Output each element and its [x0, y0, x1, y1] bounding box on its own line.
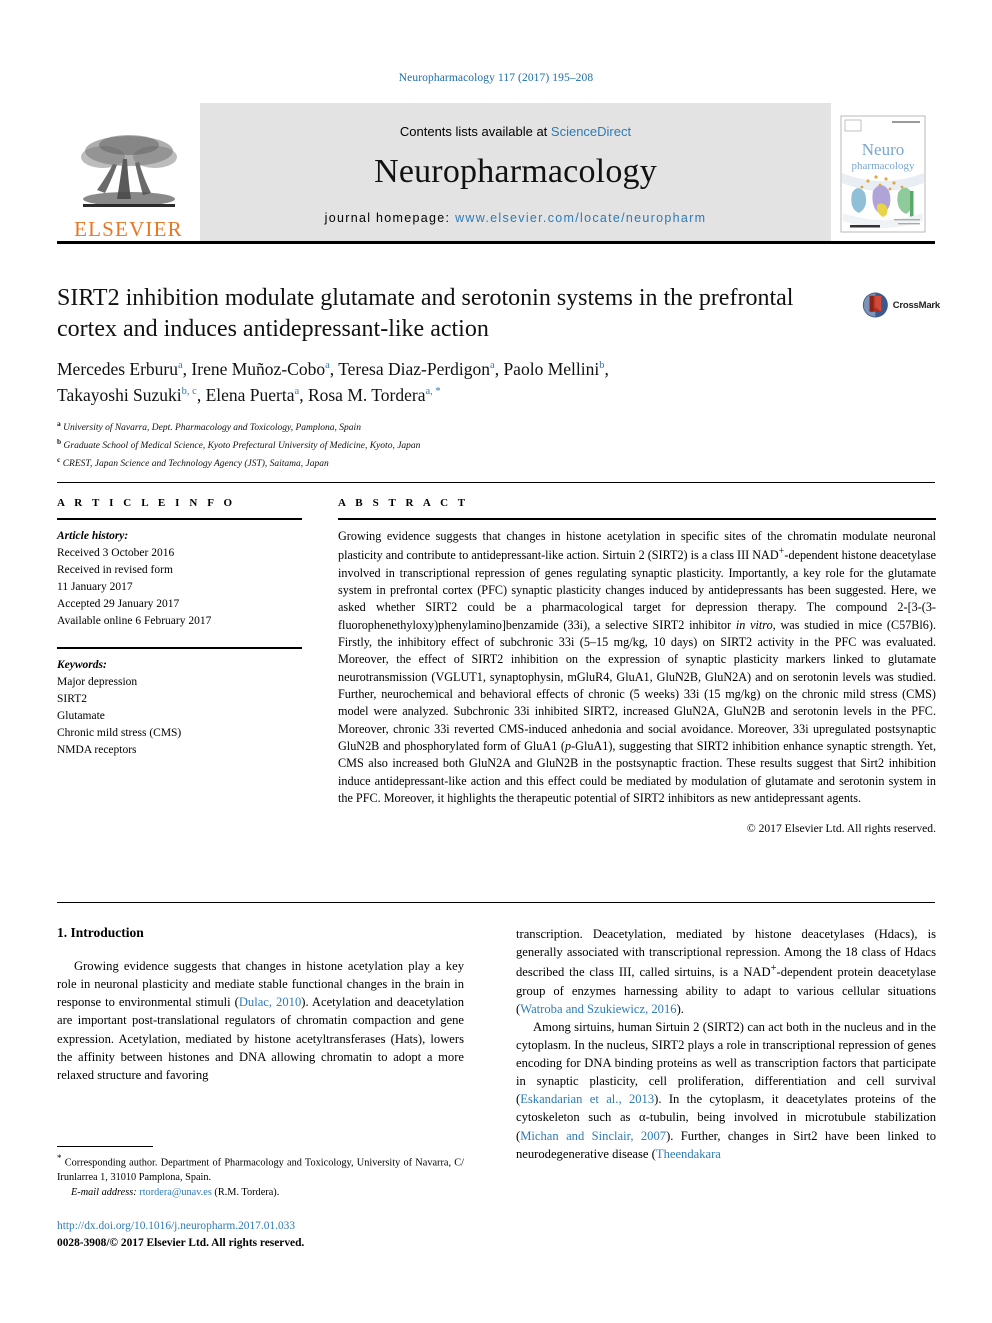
author-name: Mercedes Erburu [57, 359, 178, 380]
author-affil-mark: a [490, 360, 495, 372]
citation-link[interactable]: Theendakara [656, 1147, 721, 1161]
article-info-column: A R T I C L E I N F O Article history: R… [57, 497, 302, 759]
email-link[interactable]: rtordera@unav.es [139, 1187, 212, 1198]
abstract-column: A B S T R A C T Growing evidence suggest… [338, 497, 936, 835]
keywords-rule [57, 647, 302, 650]
affiliation-list: a University of Navarra, Dept. Pharmacol… [57, 418, 857, 472]
email-owner: (R.M. Tordera). [214, 1187, 280, 1199]
author-name: Takayoshi Suzuki [57, 384, 182, 405]
journal-title: Neuropharmacology [374, 153, 657, 190]
email-label: E-mail address: [71, 1187, 137, 1199]
sciencedirect-link[interactable]: ScienceDirect [551, 124, 631, 139]
elsevier-logo: ELSEVIER [57, 103, 200, 244]
affiliation-item: b Graduate School of Medical Science, Ky… [57, 436, 857, 454]
in-vitro-italic: in vitro [735, 617, 773, 632]
affiliation-text: CREST, Japan Science and Technology Agen… [62, 459, 329, 470]
crossmark-badge[interactable]: CrossMark [862, 288, 940, 322]
intro-paragraph-1: Growing evidence suggests that changes i… [57, 957, 464, 1084]
keyword-item: Chronic mild stress (CMS) [57, 727, 182, 740]
cover-image: Neuro pharmacology [840, 115, 926, 232]
abstract-copyright: © 2017 Elsevier Ltd. All rights reserved… [746, 822, 936, 836]
keyword-item: NMDA receptors [57, 744, 137, 757]
abstract-part-3: , was studied in mice (C57Bl6). Firstly,… [338, 617, 936, 753]
intro-paragraph-2: transcription. Deacetylation, mediated b… [516, 925, 936, 1018]
journal-article-page: Neuropharmacology 117 (2017) 195–208 ELS… [0, 0, 992, 1323]
author-name: Teresa Diaz-Perdigon [338, 359, 491, 380]
affiliation-mark: c [57, 454, 61, 464]
body-top-rule [57, 902, 935, 903]
history-line: Received 3 October 2016 [57, 547, 175, 560]
article-history-group: Article history: Received 3 October 2016… [57, 528, 302, 630]
author-affil-mark: a [178, 360, 183, 372]
crossmark-icon [862, 292, 888, 318]
crossmark-label: CrossMark [892, 299, 941, 311]
issn-copyright-line: 0028-3908/© 2017 Elsevier Ltd. All right… [57, 1237, 305, 1250]
history-line: Received in revised form [57, 564, 173, 577]
doi-block: http://dx.doi.org/10.1016/j.neuropharm.2… [57, 1218, 507, 1252]
svg-text:Neuro: Neuro [862, 140, 904, 159]
corresponding-author-text: Corresponding author. Department of Phar… [57, 1157, 464, 1184]
keywords-group: Keywords: Major depression SIRT2 Glutama… [57, 657, 302, 759]
citation-link[interactable]: Dulac, 2010 [239, 995, 301, 1009]
svg-text:pharmacology: pharmacology [852, 160, 915, 172]
contents-available-line: Contents lists available at ScienceDirec… [400, 124, 631, 139]
affiliation-text: University of Navarra, Dept. Pharmacolog… [63, 423, 361, 434]
info-section-top-rule [57, 482, 935, 483]
running-head: Neuropharmacology 117 (2017) 195–208 [398, 72, 594, 84]
masthead-center: Contents lists available at ScienceDirec… [200, 103, 831, 244]
author-affil-mark: a, * [425, 385, 441, 397]
author-name: Paolo Mellini [503, 359, 600, 380]
keyword-item: Glutamate [57, 710, 105, 723]
keywords-label: Keywords: [57, 659, 107, 672]
article-info-heading: A R T I C L E I N F O [57, 497, 236, 509]
author-name: Elena Puerta [205, 384, 295, 405]
keyword-item: Major depression [57, 676, 138, 689]
abstract-rule [338, 518, 936, 520]
affiliation-item: a University of Navarra, Dept. Pharmacol… [57, 418, 857, 436]
journal-masthead: ELSEVIER Contents lists available at Sci… [57, 103, 935, 244]
affiliation-mark: b [57, 437, 62, 447]
author-list: Mercedes Erburua, Irene Muñoz-Coboa, Ter… [57, 359, 609, 405]
masthead-bottom-rule [57, 241, 935, 244]
elsevier-wordmark: ELSEVIER [74, 217, 183, 241]
author-name: Irene Muñoz-Cobo [191, 359, 326, 380]
corresponding-author-footnote: * Corresponding author. Department of Ph… [57, 1152, 464, 1201]
elsevier-tree-icon [80, 135, 177, 207]
author-affil-mark: a [294, 385, 300, 397]
abstract-text: Growing evidence suggests that changes i… [338, 528, 936, 807]
affiliation-text: Graduate School of Medical Science, Kyot… [63, 441, 421, 452]
title-block: SIRT2 inhibition modulate glutamate and … [57, 283, 857, 472]
footnote-divider [57, 1146, 153, 1147]
journal-cover-thumbnail: Neuro pharmacology [831, 103, 935, 244]
homepage-url-link[interactable]: www.elsevier.com/locate/neuropharm [455, 211, 706, 225]
contents-prefix: Contents lists available at [399, 124, 551, 139]
history-line: Accepted 29 January 2017 [57, 598, 180, 611]
author-affil-mark: b [599, 360, 605, 372]
body-column-left: 1. Introduction Growing evidence suggest… [57, 925, 464, 1084]
history-line: 11 January 2017 [57, 581, 133, 594]
keyword-item: SIRT2 [57, 693, 87, 706]
email-line: E-mail address: rtordera@unav.es (R.M. T… [57, 1186, 464, 1201]
author-affil-mark: a [325, 360, 330, 372]
journal-homepage-line: journal homepage: www.elsevier.com/locat… [325, 211, 707, 225]
intro-p2-text-c: ). [676, 1001, 684, 1016]
article-info-rule [57, 518, 302, 520]
intro-paragraph-3: Among sirtuins, human Sirtuin 2 (SIRT2) … [516, 1018, 936, 1163]
section-title-introduction: 1. Introduction [57, 925, 144, 940]
history-line: Available online 6 February 2017 [57, 615, 212, 628]
body-column-right: transcription. Deacetylation, mediated b… [516, 925, 936, 1163]
affiliation-item: c CREST, Japan Science and Technology Ag… [57, 454, 857, 472]
citation-link[interactable]: Eskandarian et al., 2013 [520, 1092, 654, 1106]
citation-link[interactable]: Michan and Sinclair, 2007 [520, 1129, 666, 1143]
abstract-heading: A B S T R A C T [338, 497, 469, 509]
author-affil-mark: b, c [181, 385, 197, 397]
article-history-label: Article history: [57, 530, 129, 542]
doi-link[interactable]: http://dx.doi.org/10.1016/j.neuropharm.2… [57, 1218, 507, 1235]
author-name: Rosa M. Tordera [307, 384, 426, 405]
citation-link[interactable]: Watroba and Szukiewicz, 2016 [520, 1002, 676, 1016]
affiliation-mark: a [57, 419, 61, 429]
homepage-prefix: journal homepage: [324, 211, 456, 225]
page-title: SIRT2 inhibition modulate glutamate and … [57, 285, 794, 342]
